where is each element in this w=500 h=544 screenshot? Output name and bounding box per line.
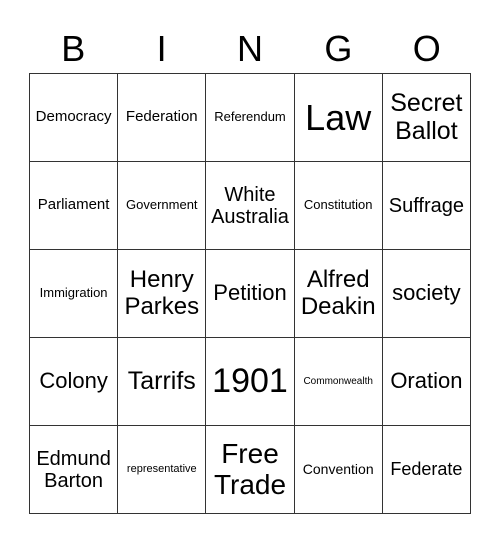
bingo-cell[interactable]: Democracy: [30, 74, 119, 162]
bingo-cell[interactable]: Constitution: [294, 162, 383, 250]
header-letter-o: O: [412, 28, 441, 69]
bingo-cell[interactable]: Federate: [382, 426, 471, 514]
bingo-cell[interactable]: Free Trade: [206, 426, 295, 514]
header-letter-g: G: [324, 28, 353, 69]
header-letter-i: I: [156, 28, 167, 69]
bingo-cell[interactable]: representative: [118, 426, 207, 514]
bingo-cell[interactable]: Henry Parkes: [118, 250, 207, 338]
bingo-cell[interactable]: Colony: [30, 338, 119, 426]
header-letter-b: B: [61, 28, 86, 69]
bingo-cell[interactable]: Tarrifs: [118, 338, 207, 426]
bingo-cell[interactable]: Federation: [118, 74, 207, 162]
bingo-cell[interactable]: Commonwealth: [294, 338, 383, 426]
bingo-cell[interactable]: Referendum: [206, 74, 295, 162]
bingo-cell[interactable]: Government: [118, 162, 207, 250]
bingo-header: B I N G O: [29, 24, 471, 74]
bingo-cell[interactable]: Edmund Barton: [30, 426, 119, 514]
bingo-cell[interactable]: Secret Ballot: [382, 74, 471, 162]
bingo-cell[interactable]: Parliament: [30, 162, 119, 250]
bingo-cell[interactable]: Petition: [206, 250, 295, 338]
bingo-cell[interactable]: Convention: [294, 426, 383, 514]
bingo-grid: Democracy Federation Referendum Law Secr…: [29, 73, 471, 514]
bingo-cell[interactable]: White Australia: [206, 162, 295, 250]
bingo-cell[interactable]: 1901: [206, 338, 295, 426]
bingo-cell[interactable]: Suffrage: [382, 162, 471, 250]
bingo-cell[interactable]: society: [382, 250, 471, 338]
header-letter-n: N: [236, 28, 263, 69]
bingo-cell[interactable]: Immigration: [30, 250, 119, 338]
bingo-cell[interactable]: Oration: [382, 338, 471, 426]
bingo-cell[interactable]: Law: [294, 74, 383, 162]
bingo-cell[interactable]: Alfred Deakin: [294, 250, 383, 338]
